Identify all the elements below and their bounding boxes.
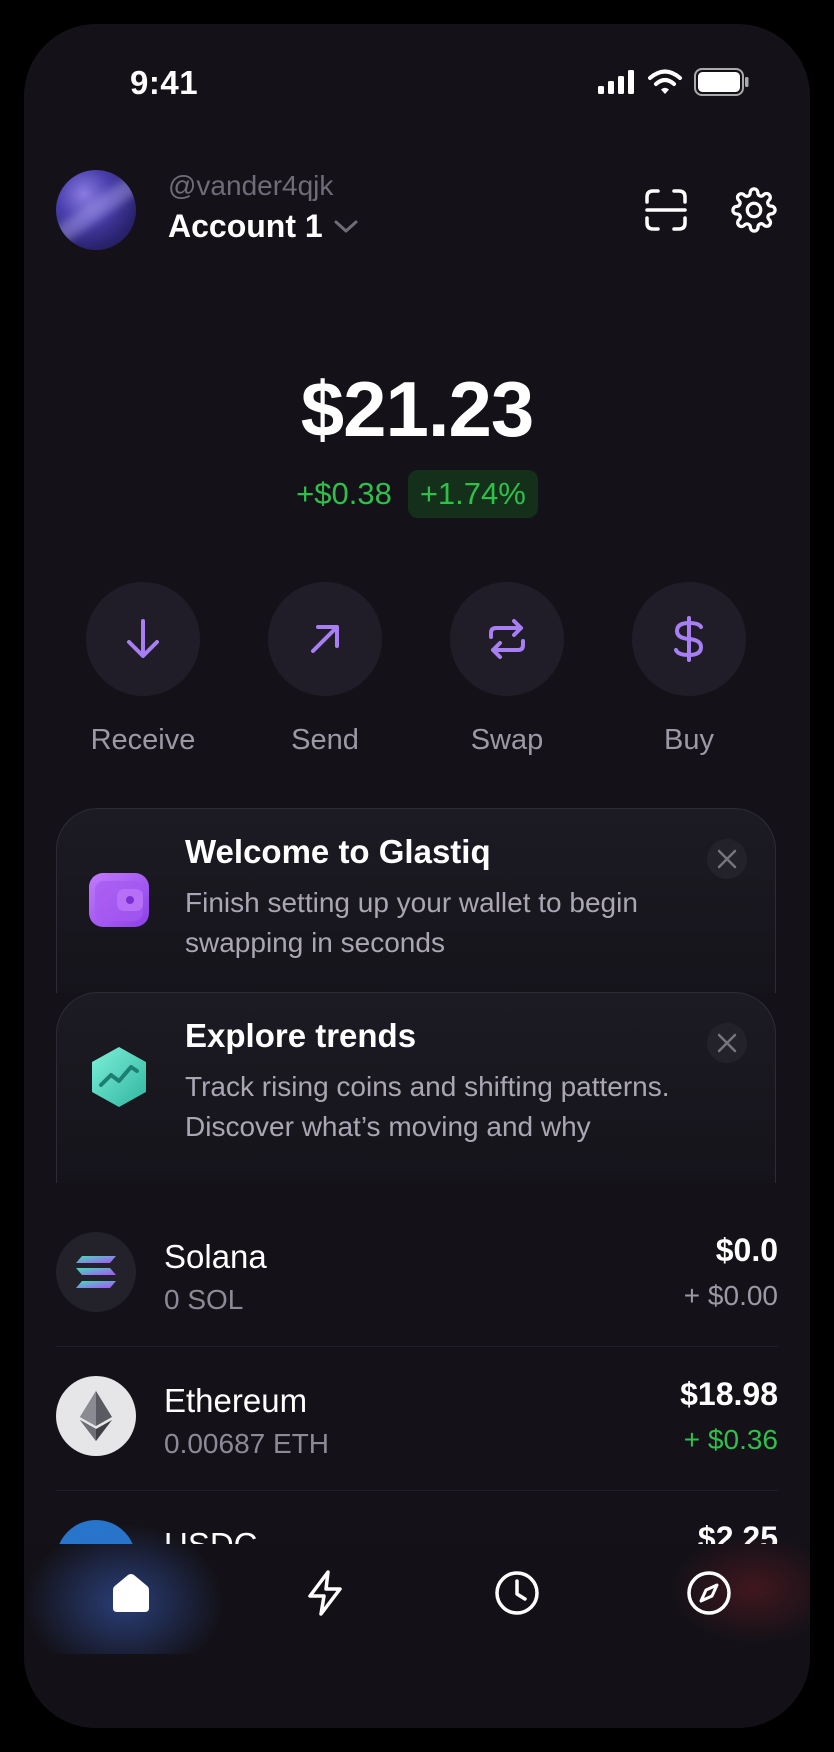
row-divider	[56, 1346, 778, 1347]
change-absolute: +$0.38	[296, 476, 392, 511]
token-change: + $0.00	[683, 1280, 778, 1311]
token-amount: 0 SOL	[164, 1284, 244, 1315]
scan-button[interactable]	[642, 186, 690, 234]
receive-circle[interactable]	[86, 582, 200, 696]
lightning-icon	[308, 1570, 342, 1616]
tab-activity[interactable]	[298, 1566, 352, 1620]
swap-circle[interactable]	[450, 582, 564, 696]
ethereum-logo-icon	[56, 1376, 136, 1456]
receive-label: Receive	[90, 724, 196, 756]
buy-button[interactable]: Buy	[629, 582, 749, 757]
gear-icon	[731, 187, 777, 233]
welcome-card-title: Welcome to Glastiq	[185, 833, 491, 870]
token-name: Ethereum	[164, 1382, 308, 1419]
send-label: Send	[291, 724, 359, 756]
close-icon	[717, 849, 737, 869]
change-percent-badge: +1.74%	[407, 470, 538, 518]
token-change: + $0.36	[683, 1424, 778, 1455]
wallet-screen: 9:41 @vander4qjk Account 1 $21.23 +$0.38…	[24, 24, 810, 1728]
chevron-down-icon	[334, 220, 358, 232]
arrow-down-icon	[127, 619, 159, 658]
account-switcher[interactable]: Account 1	[168, 208, 359, 245]
token-value: $18.98	[680, 1376, 778, 1412]
home-icon	[113, 1574, 149, 1612]
token-row-ethereum[interactable]: Ethereum 0.00687 ETH $18.98 + $0.36	[56, 1376, 778, 1466]
token-row-solana[interactable]: Solana 0 SOL $0.0 + $0.00	[56, 1232, 778, 1322]
avatar[interactable]	[56, 170, 136, 250]
status-icons	[598, 68, 750, 96]
row-divider	[56, 1490, 778, 1491]
dollar-icon	[674, 616, 704, 662]
tab-explore[interactable]	[682, 1566, 736, 1620]
explore-trends-card[interactable]: Explore trends Track rising coins and sh…	[56, 992, 776, 1183]
scan-icon	[645, 189, 687, 231]
token-value: $0.0	[715, 1232, 778, 1268]
account-handle: @vander4qjk	[168, 170, 334, 201]
swap-label: Swap	[470, 724, 544, 756]
device-frame: 9:41 @vander4qjk Account 1 $21.23 +$0.38…	[0, 0, 834, 1752]
clock-icon	[495, 1571, 539, 1615]
close-icon	[717, 1033, 737, 1053]
token-amount: 0.00687 ETH	[164, 1428, 329, 1459]
swap-button[interactable]: Swap	[447, 582, 567, 757]
send-circle[interactable]	[268, 582, 382, 696]
token-name: Solana	[164, 1238, 267, 1275]
wifi-icon	[648, 69, 682, 94]
explore-card-body: Track rising coins and shifting patterns…	[185, 1071, 670, 1142]
settings-button[interactable]	[730, 186, 778, 234]
buy-label: Buy	[664, 724, 714, 756]
swap-icon	[489, 619, 525, 659]
explore-card-title: Explore trends	[185, 1017, 417, 1054]
balance-change: +$0.38 +1.74%	[24, 470, 810, 518]
arrow-up-right-icon	[311, 625, 339, 653]
wallet-icon	[89, 873, 149, 927]
account-name: Account 1	[168, 208, 323, 244]
explore-card-close-button[interactable]	[707, 1023, 747, 1063]
solana-logo-icon	[56, 1232, 136, 1312]
welcome-card[interactable]: Welcome to Glastiq Finish setting up you…	[56, 808, 776, 993]
trend-hexagon-icon	[92, 1047, 146, 1107]
welcome-card-close-button[interactable]	[707, 839, 747, 879]
buy-circle[interactable]	[632, 582, 746, 696]
compass-icon	[687, 1571, 731, 1615]
battery-icon	[694, 68, 749, 96]
total-balance: $21.23	[300, 365, 535, 453]
tab-history[interactable]	[490, 1566, 544, 1620]
tab-home[interactable]	[104, 1566, 158, 1620]
receive-button[interactable]: Receive	[83, 582, 203, 757]
welcome-card-body: Finish setting up your wallet to begin s…	[185, 887, 638, 958]
status-time: 9:41	[130, 64, 199, 101]
send-button[interactable]: Send	[265, 582, 385, 757]
signal-icon	[598, 70, 634, 94]
